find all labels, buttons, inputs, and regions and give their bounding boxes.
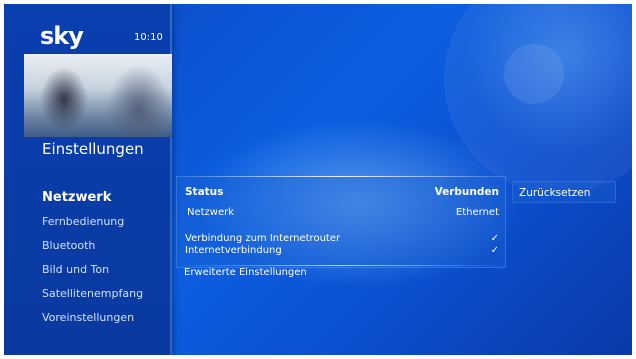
network-row: Netzwerk Ethernet [187,207,499,218]
settings-menu: Netzwerk Fernbedienung Bluetooth Bild un… [42,186,143,330]
status-row: Status Verbunden [185,186,499,198]
router-row: Verbindung zum Internetrouter ✓ [185,233,499,244]
internet-check-icon: ✓ [490,245,499,256]
panel-divider [177,265,505,266]
status-value: Verbunden [434,186,499,198]
menu-item-fernbedienung[interactable]: Fernbedienung [42,210,143,234]
menu-item-satellitenempfang[interactable]: Satellitenempfang [42,282,143,306]
tv-screen: sky 10:10 Einstellungen Netzwerk Fernbed… [4,4,632,355]
status-panel[interactable]: Status Verbunden Netzwerk Ethernet Verbi… [176,176,506,268]
internet-row: Internetverbindung ✓ [185,245,499,256]
focus-highlight [177,176,505,177]
menu-item-voreinstellungen[interactable]: Voreinstellungen [42,306,143,330]
sky-logo: sky [40,22,84,50]
page-title: Einstellungen [42,140,144,158]
network-value: Ethernet [455,207,499,218]
menu-item-bluetooth[interactable]: Bluetooth [42,234,143,258]
live-tv-preview [24,54,172,137]
router-check-icon: ✓ [490,233,499,244]
clock: 10:10 [134,32,163,43]
network-label: Netzwerk [187,207,235,218]
menu-item-netzwerk[interactable]: Netzwerk [42,186,143,210]
background-orb-small [504,44,564,104]
router-label: Verbindung zum Internetrouter [185,233,341,244]
status-label: Status [185,186,224,198]
internet-label: Internetverbindung [185,245,282,256]
reset-button[interactable]: Zurücksetzen [512,181,616,203]
advanced-settings-item[interactable]: Erweiterte Einstellungen [184,267,307,278]
menu-item-bild-und-ton[interactable]: Bild und Ton [42,258,143,282]
